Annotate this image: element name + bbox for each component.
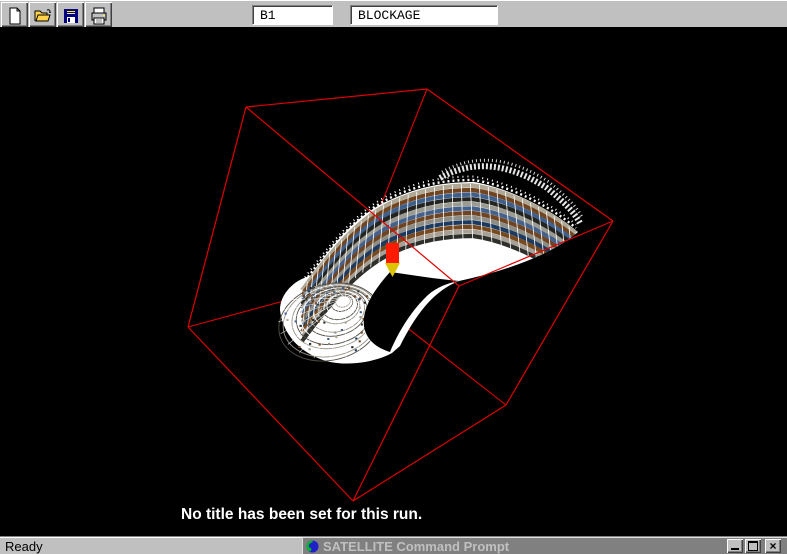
print-button[interactable] <box>85 2 112 27</box>
printer-icon <box>90 7 108 25</box>
close-icon: × <box>769 540 776 553</box>
minimize-button[interactable] <box>727 539 743 553</box>
save-button[interactable] <box>57 2 84 27</box>
open-button[interactable] <box>29 2 56 27</box>
maximize-button[interactable] <box>745 539 761 553</box>
background-window-titlebar[interactable]: SATELLITE Command Prompt × <box>302 537 787 554</box>
blockage-3d-render[interactable] <box>0 27 787 536</box>
window-title: SATELLITE Command Prompt <box>323 539 725 554</box>
status-text: Ready <box>5 539 43 554</box>
minimize-icon <box>731 548 739 550</box>
run-code-field[interactable] <box>252 5 333 25</box>
toolbar <box>0 0 787 27</box>
app-screen: { "toolbar": { "buttons": [ {"id": "new"… <box>0 0 787 554</box>
close-button[interactable]: × <box>765 539 781 553</box>
no-title-message: No title has been set for this run. <box>181 506 422 524</box>
satellite-app-icon <box>306 540 319 553</box>
run-type-field[interactable] <box>350 5 498 25</box>
maximize-icon <box>748 541 758 551</box>
floppy-disk-icon <box>62 7 80 25</box>
open-folder-icon <box>34 7 52 25</box>
new-button[interactable] <box>1 2 28 27</box>
new-document-icon <box>6 7 24 25</box>
